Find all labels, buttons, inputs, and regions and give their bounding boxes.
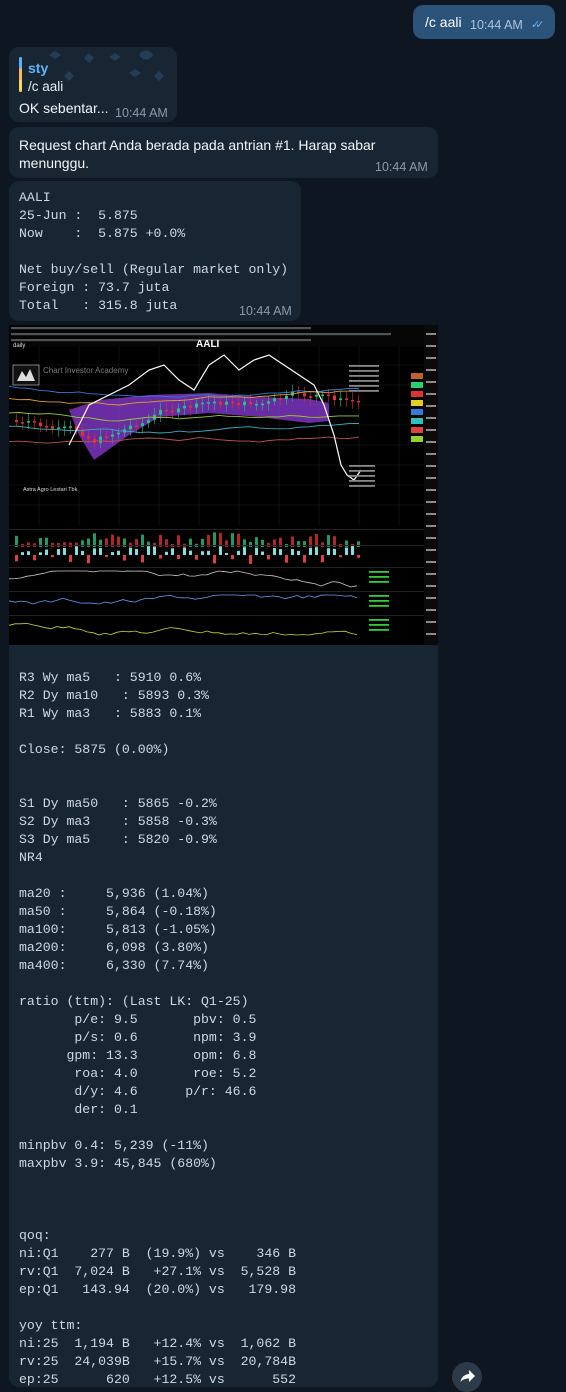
bot-reply-message[interactable]: sty /c aali OK sebentar... 10:44 AM — [9, 47, 177, 122]
message-text: Request chart Anda berada pada antrian #… — [19, 137, 376, 171]
chart-ticker: AALI — [196, 339, 220, 350]
quote-accent-bar — [19, 57, 22, 92]
message-text: /c aali — [425, 14, 462, 30]
chart-illustration: AALI daily Chart Investor Academy Astra … — [9, 325, 438, 645]
analysis-message[interactable]: R3 Wy ma5 : 5910 0.6% R2 Dy ma10 : 5893 … — [9, 645, 438, 1387]
chart-watermark: Chart Investor Academy — [43, 366, 128, 375]
message-time: 10:44 AM — [375, 160, 428, 174]
analysis-text: R3 Wy ma5 : 5910 0.6% R2 Dy ma10 : 5893 … — [19, 670, 296, 1387]
chart-company: Astra Agro Lestari Tbk. — [23, 487, 79, 493]
forward-button[interactable] — [452, 1362, 482, 1392]
chart-image[interactable]: AALI daily Chart Investor Academy Astra … — [9, 325, 438, 645]
forward-arrow-icon — [460, 1370, 475, 1382]
chart-logo — [12, 364, 40, 386]
quoted-text[interactable]: /c aali — [28, 79, 63, 94]
queue-message[interactable]: Request chart Anda berada pada antrian #… — [9, 127, 438, 178]
summary-text: AALI 25-Jun : 5.875 Now : 5.875 +0.0% Ne… — [19, 190, 289, 313]
message-time: 10:44 AM — [470, 18, 523, 32]
message-time: 10:44 AM — [239, 304, 292, 318]
summary-message[interactable]: AALI 25-Jun : 5.875 Now : 5.875 +0.0% Ne… — [9, 181, 301, 321]
message-time: 10:44 AM — [115, 106, 168, 120]
double-check-icon: ✓✓ — [531, 19, 545, 31]
message-text: OK sebentar... — [19, 100, 109, 116]
quoted-sender-name[interactable]: sty — [28, 60, 48, 76]
chart-period: daily — [13, 343, 25, 349]
outgoing-message[interactable]: /c aali 10:44 AM ✓✓ — [413, 5, 555, 39]
